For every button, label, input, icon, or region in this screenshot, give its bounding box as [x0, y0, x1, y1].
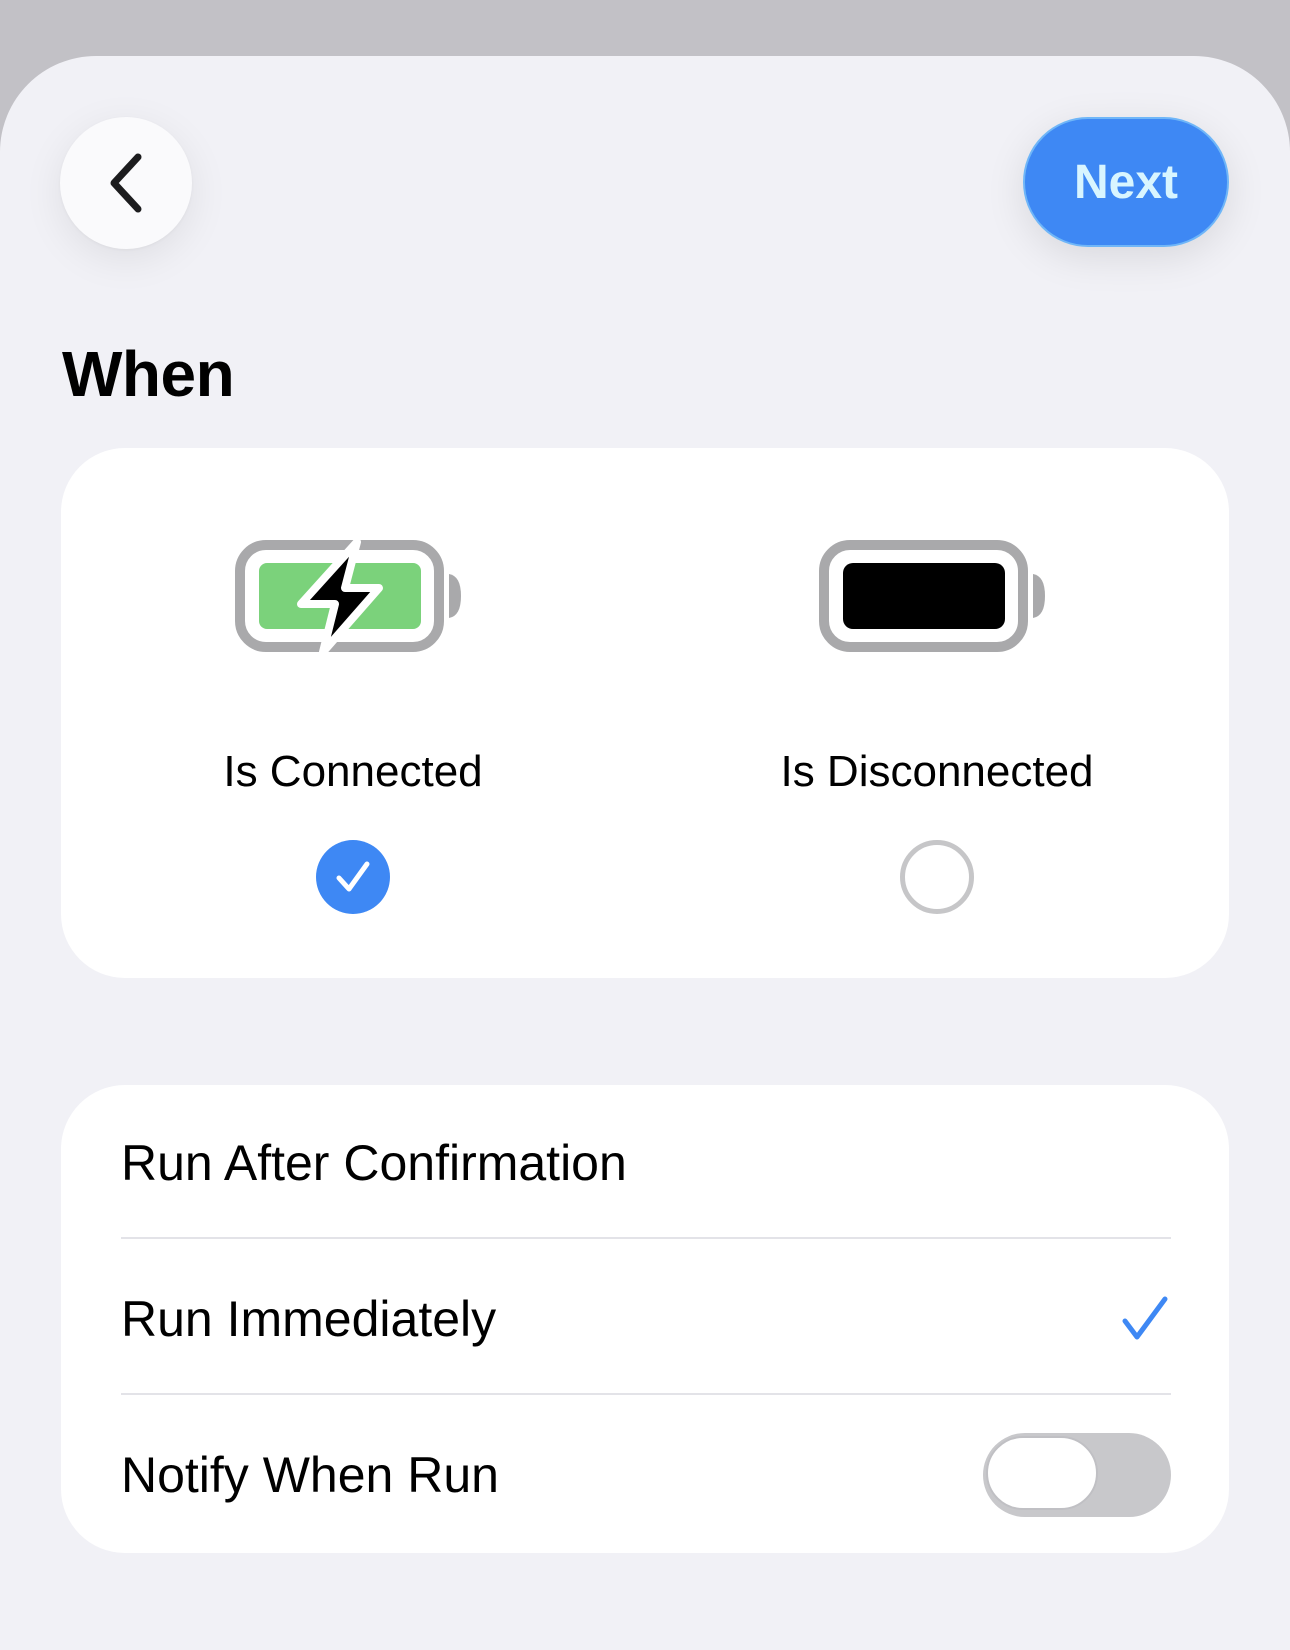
run-after-confirmation-label: Run After Confirmation — [121, 1135, 627, 1191]
option-label-disconnected: Is Disconnected — [780, 747, 1094, 796]
checkmark-icon — [1122, 1296, 1168, 1340]
list-item-run-immediately[interactable]: Run Immediately — [121, 1241, 1171, 1397]
chevron-left-icon — [110, 153, 142, 213]
run-options-card: Run After Confirmation Run Immediately N… — [61, 1085, 1229, 1553]
notify-toggle[interactable] — [983, 1433, 1171, 1517]
back-button[interactable] — [60, 117, 192, 249]
option-label-connected: Is Connected — [223, 747, 483, 796]
divider — [121, 1393, 1171, 1395]
list-item-run-after-confirmation[interactable]: Run After Confirmation — [121, 1085, 1171, 1241]
battery-full-icon — [819, 540, 1045, 652]
notify-when-run-label: Notify When Run — [121, 1447, 499, 1503]
toggle-knob — [986, 1436, 1098, 1510]
next-button[interactable]: Next — [1023, 117, 1229, 247]
trigger-card: Is Connected Is Disconnected — [61, 448, 1229, 978]
battery-charging-icon — [235, 540, 461, 656]
page-title: When — [62, 338, 235, 410]
radio-unselected-icon[interactable] — [900, 840, 974, 914]
run-immediately-label: Run Immediately — [121, 1291, 497, 1347]
option-is-disconnected[interactable]: Is Disconnected — [645, 448, 1229, 978]
radio-selected-icon[interactable] — [316, 840, 390, 914]
option-is-connected[interactable]: Is Connected — [61, 448, 645, 978]
list-item-notify-when-run: Notify When Run — [121, 1397, 1171, 1553]
divider — [121, 1237, 1171, 1239]
